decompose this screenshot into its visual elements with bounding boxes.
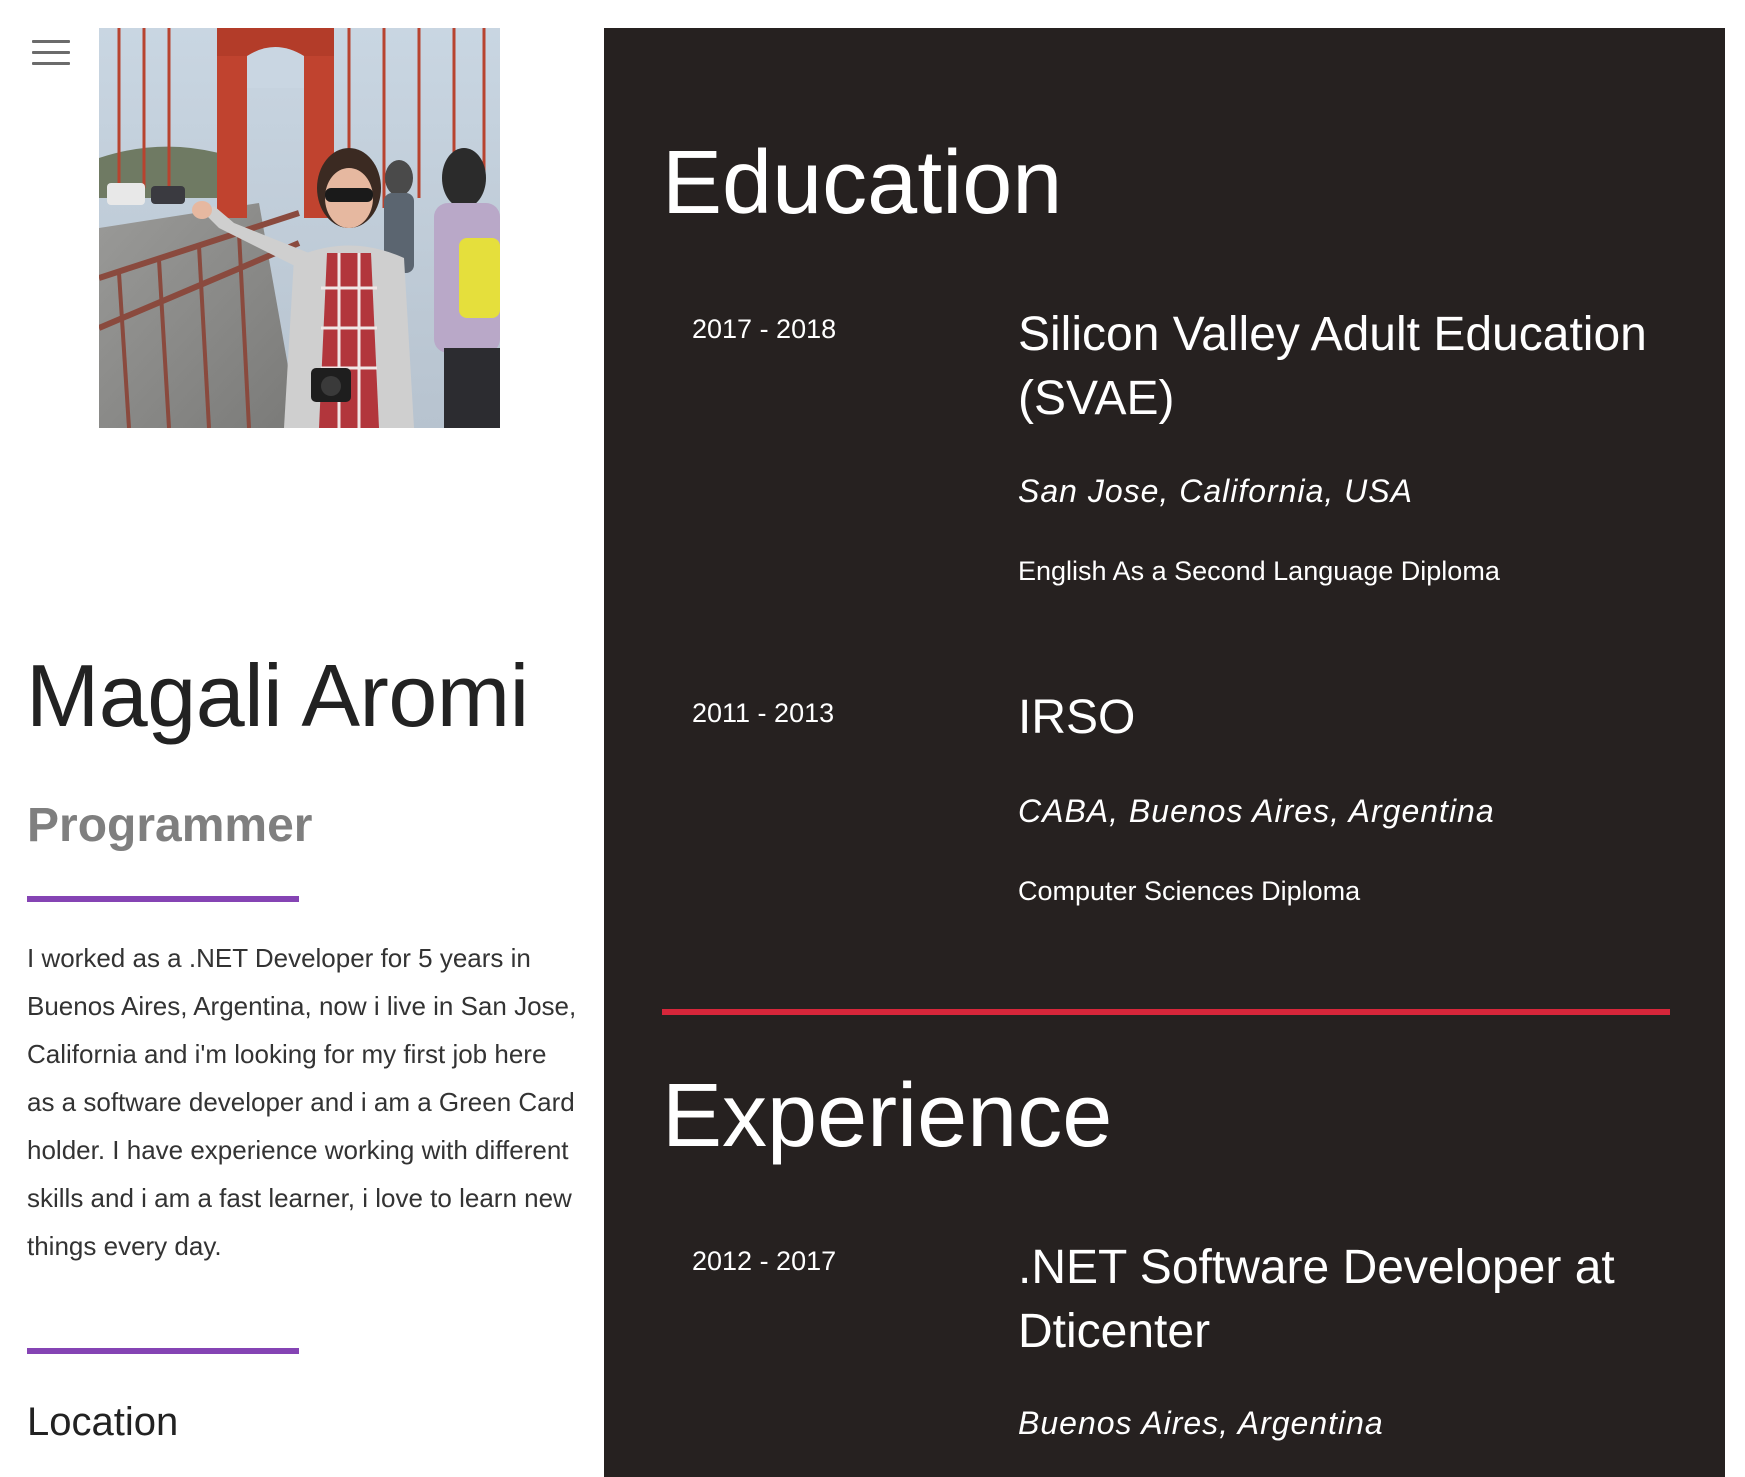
entry-dates: 2011 - 2013 [692, 698, 835, 728]
section-separator [662, 1009, 1670, 1015]
education-heading: Education [662, 133, 1063, 233]
entry-description: Computer Sciences Diploma [1018, 876, 1361, 906]
section-divider [27, 1348, 299, 1354]
experience-heading: Experience [662, 1066, 1113, 1166]
profile-name: Magali Aromi [26, 646, 529, 745]
profile-photo [99, 28, 500, 428]
entry-description: English As a Second Language Diploma [1018, 556, 1500, 586]
entry-title: IRSO [1018, 691, 1136, 744]
section-divider [27, 896, 299, 902]
entry-dates: 2012 - 2017 [692, 1246, 837, 1276]
profile-role: Programmer [27, 799, 313, 852]
hamburger-menu-icon[interactable] [32, 40, 70, 68]
entry-place: CABA, Buenos Aires, Argentina [1018, 793, 1495, 829]
resume-page: Magali Aromi Programmer I worked as a .N… [0, 0, 1745, 1477]
entry-dates: 2017 - 2018 [692, 314, 837, 344]
entry-title: .NET Software Developer at Dticenter [1018, 1241, 1615, 1358]
resume-content-panel: Education 2017 - 2018 Silicon Valley Adu… [604, 28, 1725, 1477]
profile-sidebar: Magali Aromi Programmer I worked as a .N… [0, 0, 600, 1477]
location-heading: Location [27, 1400, 179, 1444]
entry-place: Buenos Aires, Argentina [1018, 1405, 1384, 1441]
profile-bio: I worked as a .NET Developer for 5 years… [27, 943, 577, 1261]
entry-title: Silicon Valley Adult Education (SVAE) [1018, 308, 1647, 425]
entry-place: San Jose, California, USA [1018, 473, 1413, 509]
